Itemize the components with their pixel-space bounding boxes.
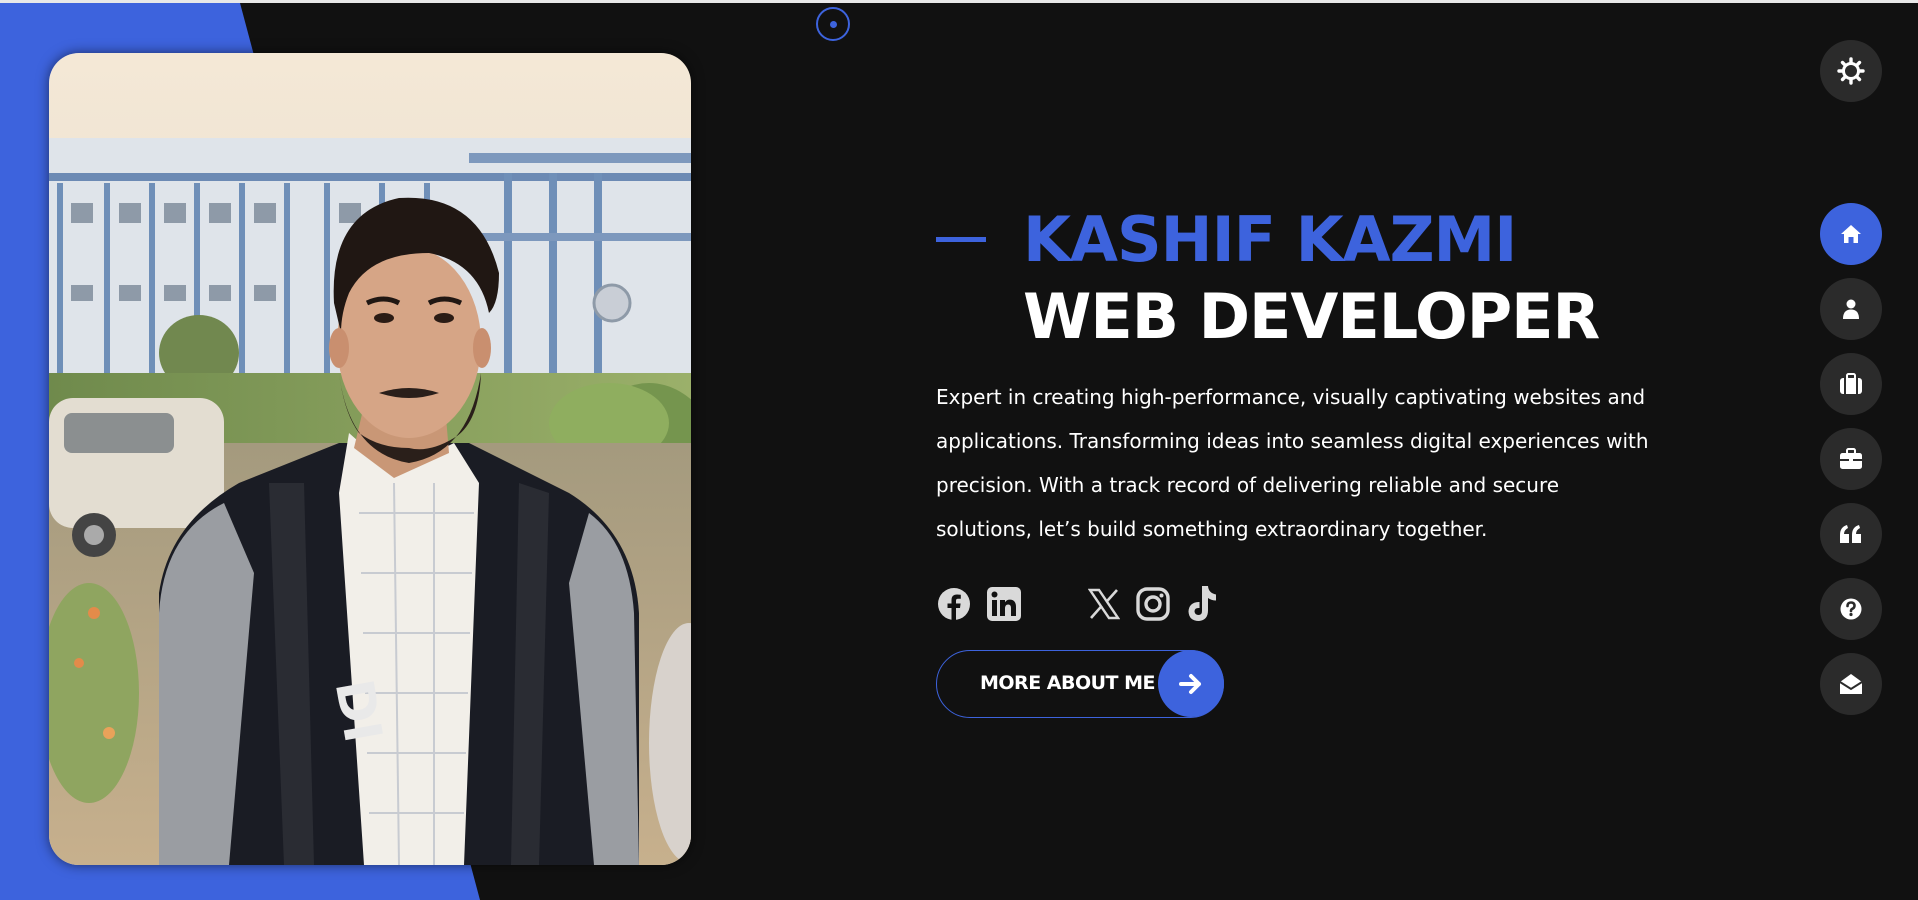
user-icon	[1843, 299, 1859, 319]
nav-about[interactable]	[1820, 278, 1882, 340]
tiktok-icon[interactable]	[1184, 586, 1220, 622]
title-accent-dash	[936, 237, 986, 242]
more-about-me-label: MORE ABOUT ME	[980, 672, 1156, 694]
arrow-right-icon	[1158, 650, 1224, 717]
settings-button[interactable]	[1820, 40, 1882, 102]
hero-name: KASHIF KAZMI	[1023, 203, 1517, 276]
hero-bio: Expert in creating high-performance, vis…	[936, 385, 1649, 541]
nav-portfolio[interactable]	[1820, 353, 1882, 415]
nav-home[interactable]	[1820, 203, 1882, 265]
scroll-indicator[interactable]	[816, 7, 850, 41]
home-icon	[1841, 225, 1861, 243]
suitcase-icon	[1840, 373, 1862, 394]
quote-icon	[1840, 525, 1861, 543]
nav-contact[interactable]	[1820, 653, 1882, 715]
nav-testimonials[interactable]	[1820, 503, 1882, 565]
nav-services[interactable]	[1820, 428, 1882, 490]
gear-icon	[1837, 57, 1865, 85]
more-about-me-button[interactable]: MORE ABOUT ME	[936, 650, 1224, 718]
profile-photo: DI	[49, 53, 691, 865]
instagram-icon[interactable]	[1135, 586, 1171, 622]
facebook-icon[interactable]	[936, 586, 972, 622]
nav-faq[interactable]	[1820, 578, 1882, 640]
svg-text:DI: DI	[323, 675, 393, 747]
briefcase-icon	[1840, 448, 1862, 469]
question-icon	[1840, 598, 1862, 620]
linkedin-icon[interactable]	[986, 586, 1022, 622]
x-twitter-icon[interactable]	[1086, 586, 1122, 622]
envelope-open-icon	[1839, 674, 1863, 694]
hero-page: DI KASHIF KAZMI WEB DEVELOPER Expert in …	[0, 0, 1918, 900]
hero-role: WEB DEVELOPER	[1023, 280, 1600, 353]
